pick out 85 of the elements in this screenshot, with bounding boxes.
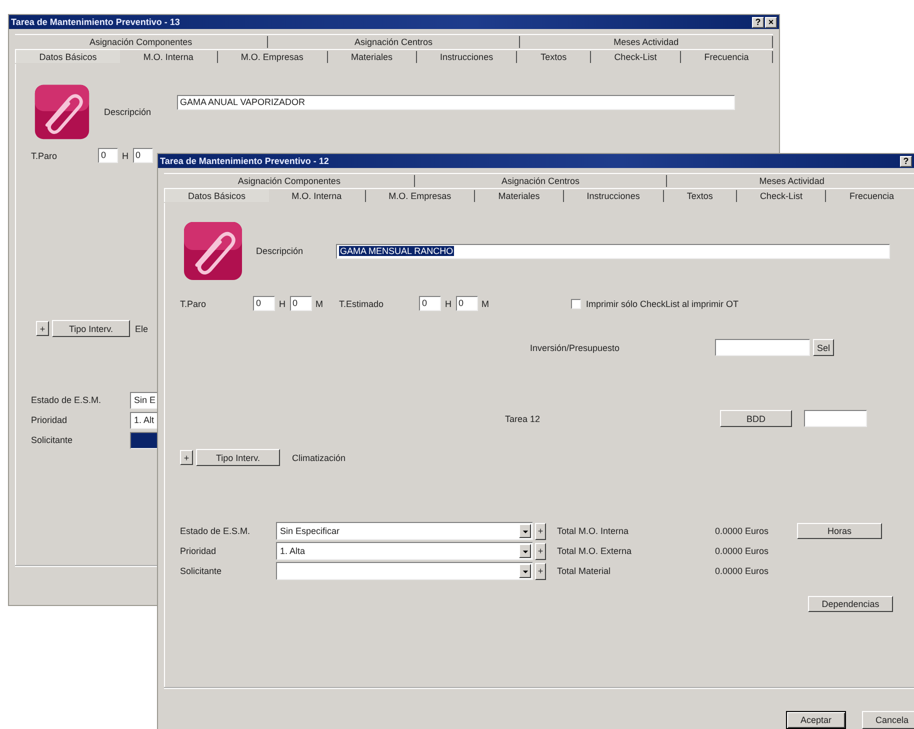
field-label: Estado de E.S.M.	[180, 526, 252, 536]
tab[interactable]: Asignación Centros	[268, 36, 520, 48]
total-label: Total M.O. Interna	[556, 526, 630, 536]
tab[interactable]: M.O. Interna	[268, 190, 366, 202]
window-title: Tarea de Mantenimiento Preventivo - 12	[160, 156, 329, 166]
field-label: Descripción	[104, 107, 152, 117]
budget-field[interactable]	[715, 339, 810, 356]
field-label: Prioridad	[180, 546, 218, 556]
tab[interactable]: Materiales	[328, 51, 417, 63]
hours-field[interactable]: 0	[419, 296, 441, 311]
checkbox[interactable]	[571, 298, 581, 308]
field-label: Solicitante	[31, 435, 74, 445]
add-button[interactable]: +	[36, 321, 49, 336]
tab[interactable]: Frecuencia	[826, 190, 914, 202]
tab[interactable]: Textos	[664, 190, 737, 202]
hours-field[interactable]: 0	[253, 296, 275, 311]
tab[interactable]: Meses Actividad	[666, 175, 914, 187]
window-title: Tarea de Mantenimiento Preventivo - 13	[11, 17, 180, 27]
tab[interactable]: Instrucciones	[564, 190, 664, 202]
dropdown[interactable]: Sin Especificar	[276, 522, 533, 540]
close-button[interactable]: ×	[765, 16, 777, 28]
field-label: T.Paro	[31, 150, 58, 160]
field-label: Solicitante	[180, 566, 223, 576]
dropdown[interactable]: 1. Alta	[276, 542, 533, 560]
total-value: 0.0000 Euros	[715, 546, 770, 556]
unit-label: M	[482, 298, 489, 308]
field-label: Estado de E.S.M.	[31, 395, 102, 405]
help-button[interactable]: ?	[752, 16, 764, 28]
tab[interactable]: Datos Básicos	[15, 50, 120, 63]
task-label: Tarea 12	[505, 414, 542, 424]
add-button[interactable]: +	[535, 522, 546, 540]
dropdown[interactable]	[130, 432, 159, 448]
hours-button[interactable]: Horas	[797, 523, 882, 539]
text-field[interactable]	[804, 410, 867, 427]
tab[interactable]: M.O. Empresas	[366, 190, 476, 202]
field-label: T.Paro	[180, 298, 208, 308]
tab[interactable]: Meses Actividad	[520, 36, 774, 48]
dropdown[interactable]: Sin E	[130, 392, 159, 408]
dropdown[interactable]: 1. Alt	[130, 412, 159, 428]
tab[interactable]: M.O. Interna	[120, 51, 218, 63]
unit-label: H	[445, 298, 452, 308]
minutes-field[interactable]: 0	[132, 148, 152, 163]
help-button[interactable]: ?	[900, 156, 912, 166]
tab[interactable]: Textos	[517, 51, 591, 63]
minutes-field[interactable]: 0	[290, 296, 312, 311]
field-label: Descripción	[256, 246, 304, 256]
description-field[interactable]: GAMA MENSUAL RANCHO	[336, 244, 890, 258]
tab[interactable]: Asignación Componentes	[15, 36, 268, 48]
tab[interactable]: Frecuencia	[680, 51, 774, 63]
unit-label: H	[122, 150, 128, 160]
database-button[interactable]: BDD	[720, 410, 792, 427]
tab[interactable]: M.O. Empresas	[218, 51, 328, 63]
add-button[interactable]: +	[535, 542, 546, 560]
tab[interactable]: Materiales	[475, 190, 564, 202]
type-button[interactable]: Tipo Interv.	[196, 449, 280, 466]
total-label: Total M.O. Externa	[556, 546, 633, 556]
tab[interactable]: Datos Básicos	[164, 189, 269, 202]
cancel-button[interactable]: Cancela	[862, 710, 914, 728]
field-label: T.Estimado	[339, 298, 385, 308]
tab[interactable]: Check-List	[590, 51, 681, 63]
unit-label: H	[279, 298, 286, 308]
tab[interactable]: Asignación Centros	[415, 175, 667, 187]
paperclip-icon	[183, 221, 243, 281]
add-button[interactable]: +	[535, 562, 546, 580]
tab[interactable]: Check-List	[736, 190, 826, 202]
total-value: 0.0000 Euros	[715, 566, 770, 576]
tab[interactable]: Instrucciones	[416, 51, 518, 63]
hours-field[interactable]: 0	[98, 148, 118, 163]
description-field[interactable]: GAMA ANUAL VAPORIZADOR	[177, 94, 735, 110]
dependencies-button[interactable]: Dependencias	[808, 596, 893, 612]
total-value: 0.0000 Euros	[715, 526, 770, 536]
tab[interactable]: Asignación Componentes	[164, 175, 416, 187]
total-label: Total Material	[556, 566, 612, 576]
checkbox-label: Imprimir sólo CheckList al imprimir OT	[586, 298, 739, 308]
add-button[interactable]: +	[180, 450, 193, 465]
unit-label: M	[316, 298, 323, 308]
type-value: Ele	[135, 324, 148, 334]
type-button[interactable]: Tipo Interv.	[52, 320, 130, 337]
type-value: Climatización	[292, 452, 346, 462]
accept-button[interactable]: Aceptar	[786, 710, 846, 728]
paperclip-icon	[34, 84, 90, 140]
field-label: Inversión/Presupuesto	[530, 342, 621, 352]
select-button[interactable]: Sel	[813, 339, 834, 356]
field-label: Prioridad	[31, 415, 68, 425]
minutes-field[interactable]: 0	[456, 296, 478, 311]
